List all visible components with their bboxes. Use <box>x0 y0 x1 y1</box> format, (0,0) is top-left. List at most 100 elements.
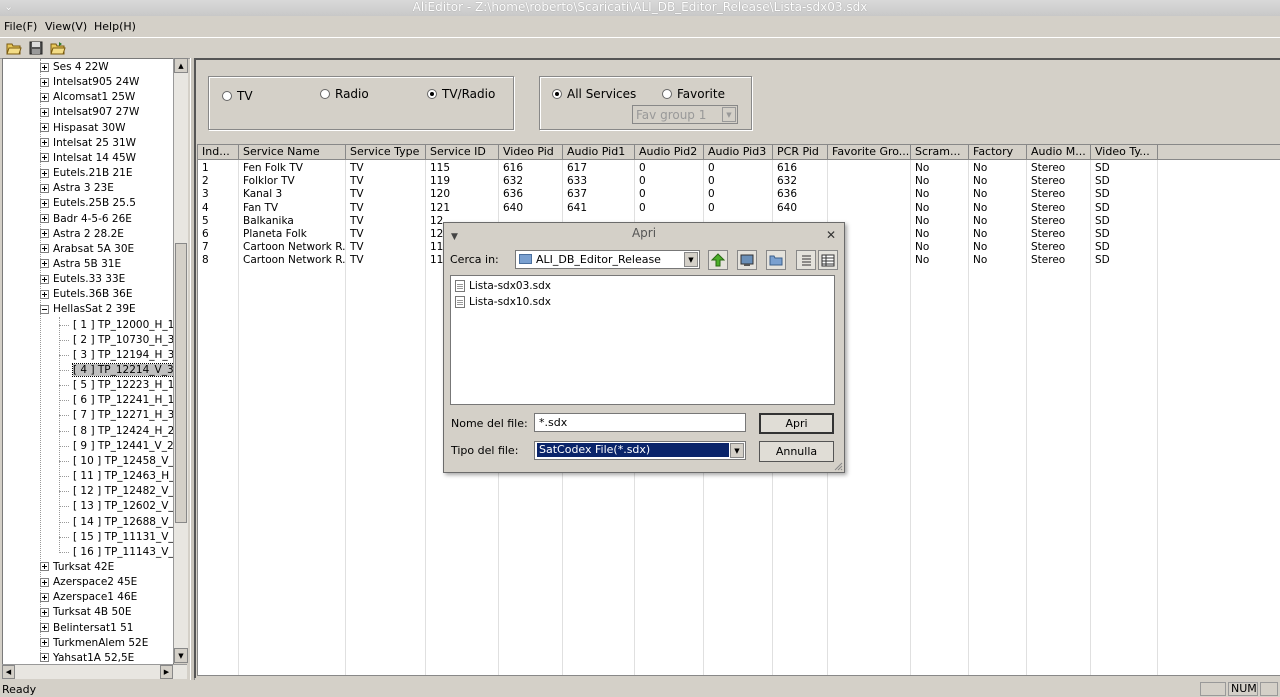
tree-item-transponder[interactable]: [ 8 ] TP_12424_H_27 <box>59 424 173 439</box>
tree-item-satellite[interactable]: TurkmenAlem 52E <box>40 636 148 651</box>
radio-radio[interactable]: Radio <box>320 87 369 101</box>
column-header[interactable]: Service Name <box>239 145 346 160</box>
tree-item-satellite[interactable]: Astra 2 28.2E <box>40 227 124 242</box>
tree-item-satellite[interactable]: Alcomsat1 25W <box>40 90 135 105</box>
radio-tvradio-dot[interactable] <box>427 89 437 99</box>
tree-item-satellite[interactable]: Intelsat907 27W <box>40 105 139 120</box>
tree-item-transponder[interactable]: [ 3 ] TP_12194_H_30 <box>59 348 173 363</box>
dialog-close-button[interactable]: ✕ <box>826 225 836 245</box>
tree-item-transponder[interactable]: [ 15 ] TP_11131_V_2 <box>59 530 173 545</box>
expand-icon[interactable] <box>40 62 49 72</box>
column-header[interactable]: Audio Pid1 <box>563 145 635 160</box>
tree-item-transponder[interactable]: [ 14 ] TP_12688_V_3 <box>59 515 173 530</box>
tree-item-satellite[interactable]: Intelsat 14 45W <box>40 151 136 166</box>
tree-item-satellite[interactable]: Eutels.21B 21E <box>40 166 133 181</box>
expand-icon[interactable] <box>40 214 49 223</box>
expand-icon[interactable] <box>40 77 49 87</box>
tree-item-transponder[interactable]: [ 4 ] TP_12214_V_30 <box>59 363 173 378</box>
column-header[interactable]: Service ID <box>426 145 499 160</box>
expand-icon[interactable] <box>40 168 49 178</box>
tree-item-satellite[interactable]: Intelsat 25 31W <box>40 136 136 151</box>
cancel-dialog-button[interactable]: Annulla <box>759 441 834 462</box>
tree-item-transponder[interactable]: [ 13 ] TP_12602_V_4 <box>59 499 173 514</box>
menu-help[interactable]: Help(H) <box>94 20 136 33</box>
expand-icon[interactable] <box>40 198 49 208</box>
radio-all-services-dot[interactable] <box>552 89 562 99</box>
tree-item-satellite[interactable]: Yahsat1A 52,5E <box>40 651 134 664</box>
tree-item-transponder[interactable]: [ 1 ] TP_12000_H_10 <box>59 318 173 333</box>
expand-icon[interactable] <box>40 92 49 102</box>
tree-item-transponder[interactable]: [ 7 ] TP_12271_H_30 <box>59 408 173 423</box>
new-folder-button[interactable] <box>766 250 786 270</box>
column-header[interactable]: Scram... <box>911 145 969 160</box>
expand-icon[interactable] <box>40 244 49 254</box>
tree-item-transponder[interactable]: [ 6 ] TP_12241_H_13 <box>59 393 173 408</box>
column-header[interactable]: Video Ty... <box>1091 145 1158 160</box>
expand-icon[interactable] <box>40 653 49 663</box>
scroll-up-button[interactable]: ▲ <box>174 58 188 73</box>
column-header[interactable]: Audio M... <box>1027 145 1091 160</box>
list-view-button[interactable] <box>796 250 816 270</box>
tree-item-satellite[interactable]: Intelsat905 24W <box>40 75 139 90</box>
expand-icon[interactable] <box>40 229 49 239</box>
tree-item-satellite[interactable]: Badr 4-5-6 26E <box>40 212 132 227</box>
scroll-left-button[interactable]: ◀ <box>2 665 15 679</box>
column-header[interactable]: PCR Pid <box>773 145 828 160</box>
resize-grip-icon[interactable] <box>834 462 843 471</box>
tree-item-transponder[interactable]: [ 9 ] TP_12441_V_23 <box>59 439 173 454</box>
tree-item-satellite[interactable]: Astra 5B 31E <box>40 257 121 272</box>
tree-horizontal-scrollbar[interactable]: ◀ ▶ <box>2 664 187 679</box>
scroll-right-button[interactable]: ▶ <box>160 665 173 679</box>
table-row[interactable]: 3 Kanal 3 TV 120 636 637 0 0 636 No No Stereo SD <box>198 188 1158 201</box>
save-button[interactable] <box>27 39 45 56</box>
tree-item-transponder[interactable]: [ 2 ] TP_10730_H_30 <box>59 333 173 348</box>
radio-all-services[interactable]: All Services <box>552 87 636 101</box>
column-header[interactable]: Favorite Gro... <box>828 145 911 160</box>
menu-view[interactable]: View(V) <box>45 20 87 33</box>
collapse-icon[interactable] <box>40 304 49 314</box>
open-folder-button[interactable] <box>5 39 23 56</box>
column-header[interactable]: Audio Pid3 <box>704 145 773 160</box>
expand-icon[interactable] <box>40 562 49 572</box>
expand-icon[interactable] <box>40 623 49 633</box>
tree-vertical-scrollbar[interactable]: ▲ ▼ <box>173 58 188 663</box>
tree-item-satellite[interactable]: Hispasat 30W <box>40 121 126 136</box>
expand-icon[interactable] <box>40 274 49 284</box>
expand-icon[interactable] <box>40 183 49 193</box>
column-header[interactable]: Audio Pid2 <box>635 145 704 160</box>
open-button[interactable] <box>49 39 67 56</box>
up-folder-button[interactable] <box>708 250 728 270</box>
chevron-down-icon[interactable]: ▼ <box>730 443 744 458</box>
radio-tv[interactable]: TV <box>222 89 253 103</box>
tree-item-transponder[interactable]: [ 16 ] TP_11143_V_2 <box>59 545 173 560</box>
details-view-button[interactable] <box>818 250 838 270</box>
tree-item-satellite[interactable]: Belintersat1 51 <box>40 621 133 636</box>
expand-icon[interactable] <box>40 138 49 148</box>
chevron-down-icon[interactable]: ▼ <box>684 252 698 267</box>
filename-input[interactable]: *.sdx <box>534 413 746 432</box>
tree-item-satellite[interactable]: Eutels.33 33E <box>40 272 125 287</box>
tree-item-satellite[interactable]: Astra 3 23E <box>40 181 114 196</box>
tree-item-transponder[interactable]: [ 11 ] TP_12463_H_3 <box>59 469 173 484</box>
tree-item-satellite[interactable]: Eutels.25B 25.5 <box>40 196 136 211</box>
radio-tv-dot[interactable] <box>222 91 232 101</box>
scroll-thumb[interactable] <box>175 243 187 523</box>
tree-item-satellite[interactable]: Azerspace1 46E <box>40 590 137 605</box>
column-header[interactable]: Ind... <box>198 145 239 160</box>
expand-icon[interactable] <box>40 577 49 587</box>
column-header[interactable]: Factory <box>969 145 1027 160</box>
tree-item-satellite[interactable]: HellasSat 2 39E <box>40 302 136 317</box>
tree-item-transponder[interactable]: [ 5 ] TP_12223_H_13 <box>59 378 173 393</box>
expand-icon[interactable] <box>40 259 49 269</box>
tree-item-satellite[interactable]: Azerspace2 45E <box>40 575 137 590</box>
expand-icon[interactable] <box>40 638 49 648</box>
tree-item-satellite[interactable]: Turksat 42E <box>40 560 114 575</box>
expand-icon[interactable] <box>40 607 49 617</box>
look-in-select[interactable]: ALI_DB_Editor_Release ▼ <box>515 250 700 269</box>
open-dialog-button[interactable]: Apri <box>759 413 834 434</box>
tree-item-satellite[interactable]: Turksat 4B 50E <box>40 605 131 620</box>
expand-icon[interactable] <box>40 107 49 117</box>
window-menu-icon[interactable]: ⌄ <box>4 0 13 14</box>
radio-favorite[interactable]: Favorite <box>662 87 725 101</box>
expand-icon[interactable] <box>40 153 49 163</box>
